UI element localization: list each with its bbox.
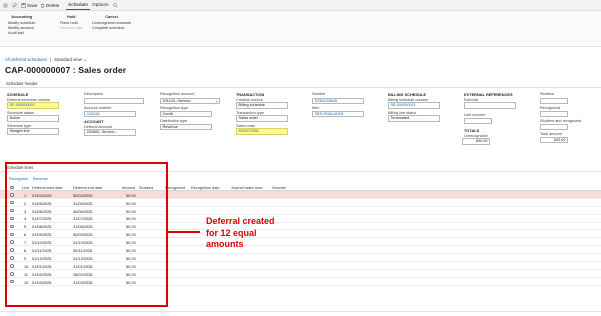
column-header[interactable]: Recognized: [165, 186, 185, 190]
annotation-connector: [168, 231, 200, 233]
recognized-field[interactable]: [540, 110, 568, 117]
ribbon-group-title: Hold: [66, 15, 76, 19]
save-button[interactable]: Save: [21, 2, 37, 9]
action-pane: Save Delete Schedule Options: [0, 0, 601, 11]
billing-schedule-group: BILLING SCHEDULE Billing schedule number…: [388, 92, 440, 124]
annotation-line: for 12 equal: [206, 227, 257, 238]
save-label: Save: [27, 3, 38, 8]
tab-schedule[interactable]: Schedule: [66, 1, 91, 10]
column-header[interactable]: Recognition date: [191, 186, 220, 190]
schedule-header-section[interactable]: Schedule header: [0, 80, 601, 88]
ribbon-group-title: Cancel: [105, 15, 118, 19]
field-label: Stubbed and recognized: [540, 119, 582, 123]
item-field[interactable]: SBS-RNW-ANN1: [312, 110, 364, 117]
column-header[interactable]: Journal batch num...: [231, 186, 265, 190]
field-label: Total amount: [540, 132, 562, 136]
remove-hold-button[interactable]: Remove hold: [60, 26, 82, 31]
transaction-group: TRANSACTION Creation source Billing sche…: [236, 92, 288, 137]
stubbed-field[interactable]: [540, 97, 568, 104]
view-selector[interactable]: Standard view ⌄: [54, 57, 87, 63]
section-title: Schedule header: [6, 81, 38, 86]
group-title: SCHEDULE: [7, 92, 29, 97]
delete-button[interactable]: Delete: [40, 2, 59, 9]
ribbon-group-cancel: Cancel Unrecognized amounts Complete sch…: [92, 15, 131, 31]
stubbed-and-recognized-field[interactable]: [540, 123, 568, 130]
deferral-schedule-number-field[interactable]: DF-000000007: [7, 102, 59, 109]
description-field[interactable]: [84, 97, 144, 104]
search-icon[interactable]: [113, 2, 119, 9]
line-number-field[interactable]: [464, 117, 492, 124]
page-title: CAP-000000007 : Sales order: [5, 65, 127, 75]
external-references-group: EXTERNAL REFERENCES External Line number…: [462, 92, 516, 147]
annotation-line: Deferral created: [206, 216, 275, 226]
recognition-group: Recognition account 401100--Service-- ⌄ R…: [160, 92, 220, 132]
group-title: TRANSACTION: [236, 92, 265, 97]
edit-icon[interactable]: [11, 2, 19, 9]
chevron-down-icon: ⌄: [83, 57, 87, 62]
billing-schedule-number-field[interactable]: SB-000000021: [388, 102, 440, 109]
recognition-type-field[interactable]: Credit: [160, 110, 212, 117]
number-field[interactable]: SSN1028845: [312, 97, 364, 104]
recognition-account-value: 401100--Service--: [162, 98, 193, 103]
group-title: EXTERNAL REFERENCES: [464, 92, 513, 97]
column-header[interactable]: Voucher: [272, 186, 286, 190]
tab-options[interactable]: Options: [90, 1, 111, 10]
save-icon: [21, 3, 26, 8]
divider: [0, 311, 601, 312]
annotation-box: [5, 162, 168, 307]
modify-schedule-button[interactable]: Modify schedule: [8, 21, 35, 26]
ribbon: Accounting Modify schedule Modify accoun…: [0, 11, 601, 47]
account-number-field[interactable]: C00116: [84, 110, 136, 117]
transaction-type-field[interactable]: Sales order: [236, 115, 288, 122]
recognition-account-field[interactable]: 401100--Service-- ⌄: [160, 97, 220, 104]
ribbon-group-hold: Hold Place hold Remove hold: [60, 15, 82, 31]
breadcrumb: All deferral schedules | Standard view ⌄: [5, 57, 87, 63]
sales-order-field[interactable]: SO0017650: [236, 128, 288, 135]
annotation-line: amounts: [206, 239, 244, 249]
group-title: ACCOUNT: [84, 119, 104, 124]
creation-source-field[interactable]: Billing schedule: [236, 102, 288, 109]
amounts-group: Stubbed Recognized Stubbed and recognize…: [540, 92, 581, 145]
trash-icon: [41, 3, 44, 8]
annotation-text: Deferral created for 12 equal amounts: [206, 216, 316, 251]
chevron-down-icon: ⌄: [214, 98, 218, 103]
unrecognized-amounts-button[interactable]: Unrecognized amounts: [92, 21, 131, 26]
breadcrumb-separator: |: [49, 57, 52, 62]
total-amount-field[interactable]: 600.00: [540, 136, 568, 143]
deferral-account-field[interactable]: 250600--Service--: [84, 129, 136, 136]
group-title: BILLING SCHEDULE: [388, 92, 427, 97]
field-label: Unrecognized: [464, 133, 488, 138]
unrecognized-field[interactable]: 600.00: [462, 138, 490, 145]
audit-trail-button[interactable]: Audit trail: [8, 31, 35, 36]
modify-account-button[interactable]: Modify account: [8, 26, 35, 31]
description-group: Description Account number C00116 ACCOUN…: [84, 92, 144, 138]
schedule-group: SCHEDULE Deferral schedule number DF-000…: [7, 92, 59, 137]
schedule-type-field[interactable]: Straight line: [7, 128, 59, 135]
group-title: TOTALS: [464, 128, 480, 133]
billing-line-status-field[interactable]: Terminated: [388, 115, 440, 122]
number-group: Number SSN1028845 Item SBS-RNW-ANN1: [312, 92, 364, 119]
delete-label: Delete: [46, 3, 60, 8]
ribbon-group-title: Accounting: [11, 15, 33, 19]
complete-schedule-button[interactable]: Complete schedule: [92, 26, 131, 31]
schedule-status-field[interactable]: Active: [7, 115, 59, 122]
ribbon-toggle-icon[interactable]: [3, 2, 9, 9]
ribbon-group-accounting: Accounting Modify schedule Modify accoun…: [8, 15, 35, 36]
all-deferral-schedules-link[interactable]: All deferral schedules: [5, 57, 47, 63]
external-field[interactable]: [464, 102, 516, 109]
distribution-type-field[interactable]: Revenue: [160, 123, 212, 130]
view-label: Standard view: [54, 57, 82, 62]
